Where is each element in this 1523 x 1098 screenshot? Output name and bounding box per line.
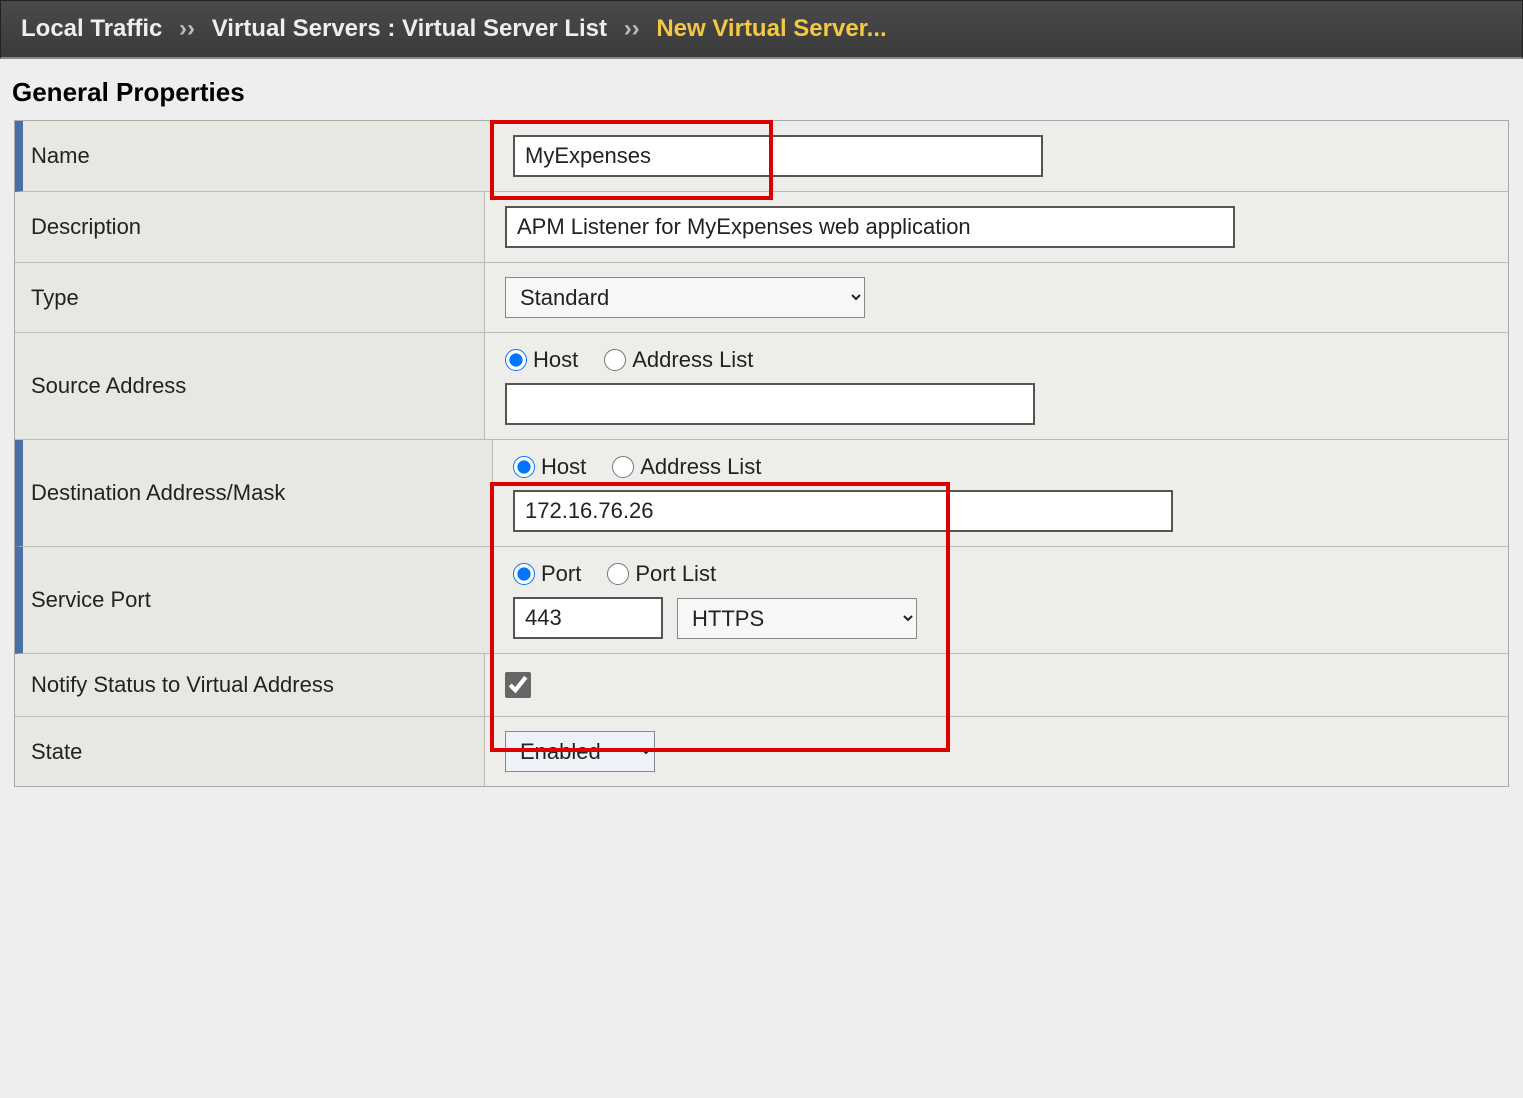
row-source-address: Source Address Host Address List <box>15 333 1508 440</box>
row-service-port: Service Port Port Port List HTTPS <box>15 547 1508 654</box>
state-select[interactable]: Enabled <box>505 731 655 772</box>
label-service-port: Service Port <box>23 547 493 653</box>
port-service-select[interactable]: HTTPS <box>677 598 917 639</box>
description-input[interactable] <box>505 206 1235 248</box>
port-list-radio[interactable] <box>607 563 629 585</box>
breadcrumb-sep-1: ›› <box>179 15 195 42</box>
port-radio[interactable] <box>513 563 535 585</box>
source-address-list-radio-label[interactable]: Address List <box>604 347 753 373</box>
label-description: Description <box>15 192 485 262</box>
source-host-radio-label[interactable]: Host <box>505 347 578 373</box>
name-input[interactable] <box>513 135 1043 177</box>
breadcrumb-seg-1[interactable]: Local Traffic <box>21 15 162 42</box>
source-host-text: Host <box>533 347 578 373</box>
port-radio-label[interactable]: Port <box>513 561 581 587</box>
label-destination-address: Destination Address/Mask <box>23 440 493 546</box>
breadcrumb-seg-2[interactable]: Virtual Servers : Virtual Server List <box>212 15 607 42</box>
general-properties-form: Name Description Type Standard Source Ad… <box>14 120 1509 787</box>
row-type: Type Standard <box>15 263 1508 333</box>
port-list-radio-label[interactable]: Port List <box>607 561 716 587</box>
section-title: General Properties <box>0 59 1523 120</box>
breadcrumb: Local Traffic ›› Virtual Servers : Virtu… <box>0 0 1523 59</box>
label-name: Name <box>23 121 493 191</box>
port-list-radio-text: Port List <box>635 561 716 587</box>
breadcrumb-current: New Virtual Server... <box>656 15 886 42</box>
type-select[interactable]: Standard <box>505 277 865 318</box>
dest-address-list-radio[interactable] <box>612 456 634 478</box>
source-address-list-text: Address List <box>632 347 753 373</box>
label-notify-status: Notify Status to Virtual Address <box>15 654 485 716</box>
row-description: Description <box>15 192 1508 263</box>
source-address-input[interactable] <box>505 383 1035 425</box>
breadcrumb-sep-2: ›› <box>624 15 640 42</box>
source-host-radio[interactable] <box>505 349 527 371</box>
row-name: Name <box>15 121 1508 192</box>
label-type: Type <box>15 263 485 332</box>
label-source-address: Source Address <box>15 333 485 439</box>
destination-address-input[interactable] <box>513 490 1173 532</box>
port-input[interactable] <box>513 597 663 639</box>
source-address-list-radio[interactable] <box>604 349 626 371</box>
row-notify-status: Notify Status to Virtual Address <box>15 654 1508 717</box>
row-state: State Enabled <box>15 717 1508 786</box>
dest-host-radio-label[interactable]: Host <box>513 454 586 480</box>
dest-address-list-text: Address List <box>640 454 761 480</box>
notify-status-checkbox[interactable] <box>505 672 531 698</box>
label-state: State <box>15 717 485 786</box>
dest-host-radio[interactable] <box>513 456 535 478</box>
dest-address-list-radio-label[interactable]: Address List <box>612 454 761 480</box>
port-radio-text: Port <box>541 561 581 587</box>
dest-host-text: Host <box>541 454 586 480</box>
row-destination-address: Destination Address/Mask Host Address Li… <box>15 440 1508 547</box>
